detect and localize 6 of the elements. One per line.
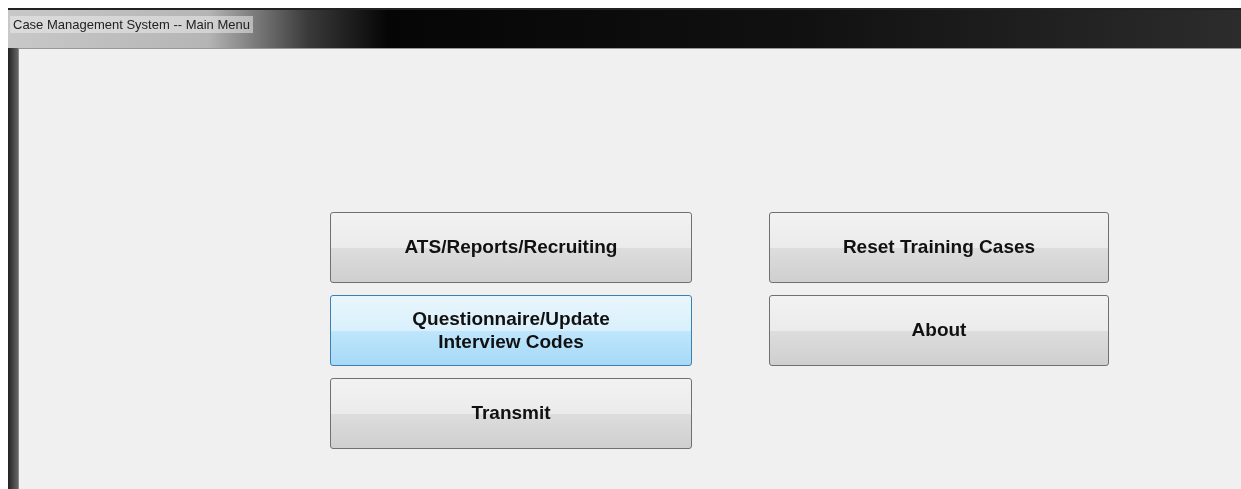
window-title: Case Management System -- Main Menu [10,16,253,33]
menu-button[interactable]: Questionnaire/Update Interview Codes [330,295,692,366]
menu-button[interactable]: About [769,295,1109,366]
menu-button[interactable]: Reset Training Cases [769,212,1109,283]
menu-button[interactable]: Transmit [330,378,692,449]
menu-button[interactable]: ATS/Reports/Recruiting [330,212,692,283]
